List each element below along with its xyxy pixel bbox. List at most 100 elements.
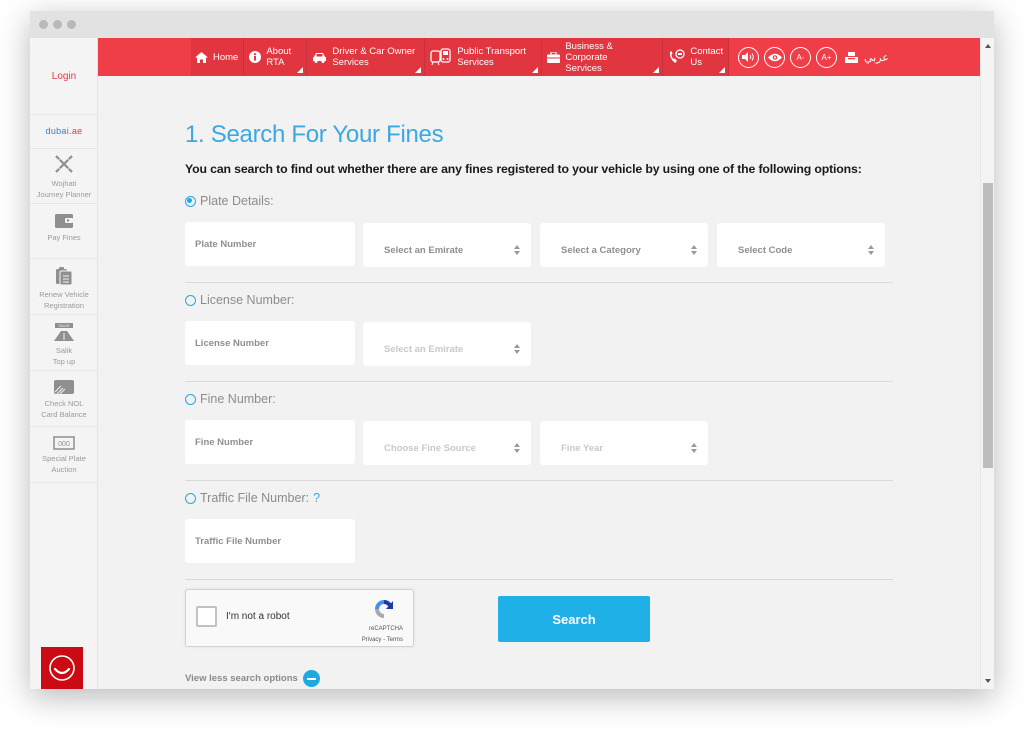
- print-icon[interactable]: [845, 51, 858, 63]
- sidebar-item-sublabel: Top up: [52, 357, 76, 366]
- text-to-speech-button[interactable]: [738, 46, 759, 68]
- title-bar: [30, 11, 994, 38]
- scrollbar-thumb[interactable]: [983, 183, 993, 468]
- nav-label: Public Transport: [457, 46, 526, 57]
- plate-details-radio[interactable]: [185, 195, 196, 207]
- info-icon: [249, 51, 262, 63]
- sidebar-item-label: Special Plate: [42, 454, 86, 463]
- quick-links-sidebar: Login dubai.ae Wojhati Journey Planner P…: [30, 38, 98, 689]
- sidebar-item-sublabel: Registration: [43, 301, 85, 310]
- sidebar-item-renew-registration[interactable]: Renew Vehicle Registration: [30, 259, 98, 315]
- svg-text:SALIK: SALIK: [58, 323, 70, 328]
- license-emirate-select[interactable]: Select an Emirate: [363, 322, 531, 366]
- recaptcha-checkbox[interactable]: [196, 606, 217, 627]
- recaptcha-widget: I'm not a robot reCAPTCHA Privacy - Term…: [185, 589, 414, 647]
- nav-label: Driver & Car Owner: [332, 46, 416, 57]
- select-value: Select an Emirate: [384, 245, 464, 256]
- dubai-logo-text: dubai: [45, 126, 70, 136]
- section-divider: [185, 282, 893, 283]
- select-value: Select an Emirate: [384, 344, 464, 355]
- select-value: Fine Year: [561, 443, 604, 454]
- salik-icon: SALIK: [54, 323, 74, 341]
- plate-icon: 000: [53, 436, 75, 450]
- fine-number-input[interactable]: Fine Number: [185, 420, 355, 464]
- briefcase-icon: [547, 51, 561, 63]
- speaker-icon: [742, 52, 754, 62]
- fine-number-radio[interactable]: [185, 393, 196, 405]
- fine-number-label: Fine Number:: [200, 392, 276, 406]
- scroll-down-icon[interactable]: [985, 679, 991, 683]
- minimize-dot[interactable]: [53, 20, 62, 29]
- submenu-indicator-icon: [297, 67, 304, 73]
- font-decrease-button[interactable]: A-: [790, 46, 811, 68]
- dubai-ae-logo[interactable]: dubai.ae: [30, 115, 98, 149]
- dubai-logo-suffix: .ae: [69, 126, 83, 136]
- feedback-button[interactable]: [41, 647, 83, 689]
- nav-item-business-corporate[interactable]: Business & Corporate Services: [542, 38, 664, 76]
- font-increase-button[interactable]: A+: [816, 46, 837, 68]
- scroll-up-icon[interactable]: [985, 44, 991, 48]
- fine-number-option[interactable]: Fine Number:: [185, 392, 276, 406]
- nav-label: Business & Corporate: [565, 40, 613, 63]
- plate-details-option[interactable]: Plate Details:: [185, 194, 274, 208]
- select-value: Select a Category: [561, 245, 641, 256]
- sidebar-item-sublabel: Auction: [51, 465, 77, 474]
- sidebar-item-journey-planner[interactable]: Wojhati Journey Planner: [30, 149, 98, 204]
- section-divider: [185, 579, 893, 580]
- wallet-icon: [55, 214, 73, 228]
- fine-number-placeholder: Fine Number: [195, 437, 254, 448]
- license-number-input[interactable]: License Number: [185, 321, 355, 365]
- recaptcha-label: I'm not a robot: [226, 611, 290, 622]
- license-number-label: License Number:: [200, 293, 295, 307]
- contrast-button[interactable]: [764, 46, 785, 68]
- close-dot[interactable]: [39, 20, 48, 29]
- language-switch-link[interactable]: عربي: [864, 51, 889, 64]
- page-scrollbar[interactable]: [980, 38, 994, 689]
- nav-sublabel: Us: [690, 57, 702, 68]
- nav-item-contact-us[interactable]: Contact Us: [663, 38, 730, 76]
- nav-item-home[interactable]: Home: [191, 38, 245, 76]
- recaptcha-privacy-terms-links[interactable]: Privacy - Terms: [362, 637, 403, 643]
- license-number-radio[interactable]: [185, 294, 196, 306]
- license-number-placeholder: License Number: [195, 338, 269, 349]
- bus-icon: [430, 48, 452, 66]
- clipboard-icon: [56, 267, 73, 286]
- license-number-option[interactable]: License Number:: [185, 293, 295, 307]
- select-arrows-icon: [691, 443, 698, 453]
- plate-emirate-select[interactable]: Select an Emirate: [363, 223, 531, 267]
- select-arrows-icon: [691, 245, 698, 255]
- nav-sublabel: RTA: [266, 57, 285, 68]
- nav-label: Contact: [690, 46, 724, 57]
- nav-label: About: [266, 46, 292, 57]
- sidebar-item-nol-balance[interactable]: Check NOL Card Balance: [30, 371, 98, 427]
- intro-text: You can search to find out whether there…: [185, 162, 862, 176]
- view-less-options-toggle[interactable]: View less search options: [185, 670, 320, 687]
- page-viewport: Login dubai.ae Wojhati Journey Planner P…: [30, 38, 994, 689]
- sidebar-item-salik-topup[interactable]: SALIK Salik Top up: [30, 315, 98, 371]
- plate-number-input[interactable]: Plate Number: [185, 222, 355, 266]
- zoom-dot[interactable]: [67, 20, 76, 29]
- svg-text:000: 000: [58, 441, 70, 448]
- login-label: Login: [51, 71, 77, 82]
- plate-category-select[interactable]: Select a Category: [540, 223, 708, 267]
- fine-year-select[interactable]: Fine Year: [540, 421, 708, 465]
- sidebar-item-label: Renew Vehicle: [39, 290, 89, 299]
- sidebar-item-label: Check NOL: [44, 399, 84, 408]
- sidebar-item-label: Pay Fines: [47, 233, 81, 242]
- traffic-file-radio[interactable]: [185, 492, 196, 504]
- traffic-file-placeholder: Traffic File Number: [195, 536, 282, 547]
- nav-item-about-rta[interactable]: About RTA: [244, 38, 308, 76]
- select-value: Select Code: [738, 245, 793, 256]
- traffic-file-input[interactable]: Traffic File Number: [185, 519, 355, 563]
- sidebar-item-plate-auction[interactable]: 000 Special Plate Auction: [30, 427, 98, 483]
- nav-sublabel: Services: [332, 57, 369, 68]
- nav-item-public-transport[interactable]: Public Transport Services: [425, 38, 543, 76]
- sidebar-item-pay-fines[interactable]: Pay Fines: [30, 204, 98, 259]
- fine-source-select[interactable]: Choose Fine Source: [363, 421, 531, 465]
- login-link[interactable]: Login: [30, 38, 98, 115]
- traffic-file-help-link[interactable]: ?: [313, 491, 320, 505]
- plate-code-select[interactable]: Select Code: [717, 223, 885, 267]
- traffic-file-option[interactable]: Traffic File Number: ?: [185, 491, 320, 505]
- search-button[interactable]: Search: [498, 596, 650, 642]
- nav-item-driver-car-owner[interactable]: Driver & Car Owner Services: [307, 38, 426, 76]
